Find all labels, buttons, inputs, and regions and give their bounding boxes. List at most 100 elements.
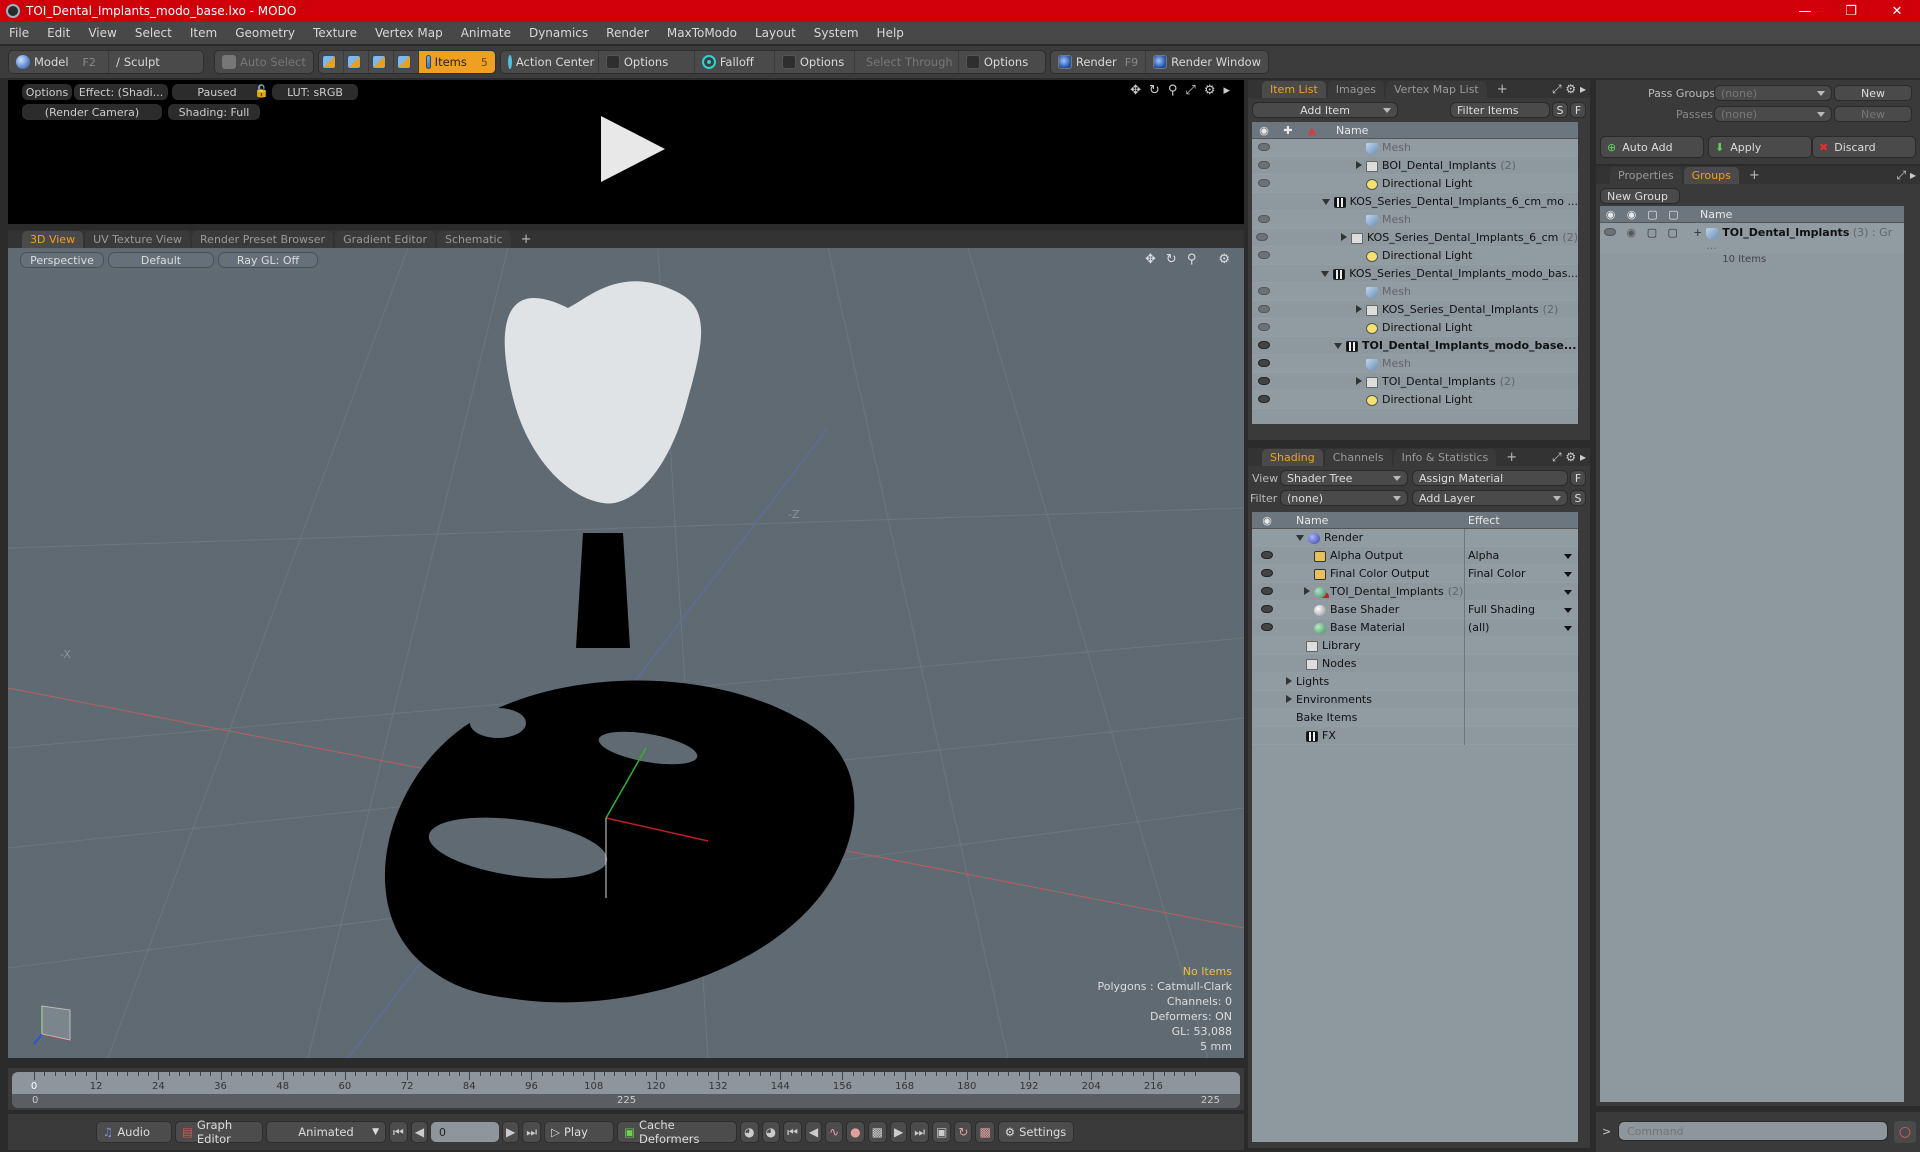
effect-dropdown[interactable]: Effect: (Shadi...	[74, 84, 168, 100]
tab-channels[interactable]: Channels	[1324, 449, 1392, 466]
item-row[interactable]: KOS_Series_Dental_Implants (2)	[1252, 301, 1578, 319]
menu-render[interactable]: Render	[597, 26, 658, 40]
menu-geometry[interactable]: Geometry	[226, 26, 304, 40]
visibility-toggle[interactable]	[1252, 603, 1282, 616]
new-pass-group-button[interactable]: New	[1834, 85, 1912, 101]
vertices-mode-button[interactable]	[319, 51, 344, 73]
filter-f-button[interactable]: F	[1570, 102, 1586, 118]
item-row[interactable]: Mesh	[1252, 139, 1578, 157]
tab-images[interactable]: Images	[1327, 81, 1384, 98]
shader-row[interactable]: Final Color Output Final Color	[1252, 564, 1578, 583]
tab-3d-view[interactable]: 3D View	[22, 231, 84, 248]
shader-row[interactable]: Lights	[1252, 672, 1578, 691]
auto-add-button[interactable]: ⊕ Auto Add	[1600, 136, 1704, 158]
action-center-options-button[interactable]: Options	[599, 51, 695, 73]
maximize-icon[interactable]: ⤢	[1185, 83, 1195, 98]
expand-arrow-icon[interactable]: ▸	[1580, 450, 1586, 464]
visibility-toggle[interactable]	[1252, 585, 1282, 598]
visibility-toggle[interactable]	[1252, 231, 1271, 244]
visibility-toggle[interactable]	[1252, 285, 1276, 298]
graph-editor-button[interactable]: ▤ Graph Editor	[175, 1118, 263, 1146]
menu-view[interactable]: View	[79, 26, 125, 40]
discard-button[interactable]: ✖ Discard	[1812, 136, 1916, 158]
menu-animate[interactable]: Animate	[452, 26, 520, 40]
visibility-toggle[interactable]	[1252, 549, 1282, 562]
paused-button[interactable]: Paused	[172, 84, 262, 100]
visibility-toggle[interactable]	[1252, 621, 1282, 634]
menu-vertex-map[interactable]: Vertex Map	[366, 26, 452, 40]
falloff-button[interactable]: Falloff	[695, 51, 775, 73]
next-key-button[interactable]: ▶	[890, 1121, 908, 1143]
loop-button[interactable]: ↻	[954, 1121, 973, 1143]
shader-row[interactable]: Base Material (all)	[1252, 618, 1578, 637]
menu-edit[interactable]: Edit	[38, 26, 79, 40]
axis-col-icon[interactable]: ▲	[1300, 124, 1324, 137]
key-selected-button[interactable]: ▩	[975, 1121, 995, 1143]
play-button[interactable]: ▷ Play	[544, 1121, 615, 1143]
raygl-dropdown[interactable]: Ray GL: Off	[218, 252, 318, 268]
edges-mode-button[interactable]	[344, 51, 369, 73]
add-item-dropdown[interactable]: Add Item	[1252, 102, 1398, 118]
expand-arrow-icon[interactable]	[1286, 695, 1292, 703]
effect-dropdown[interactable]	[1464, 582, 1578, 601]
abutment-mesh[interactable]	[576, 533, 630, 648]
effect-col-header[interactable]: Effect	[1464, 514, 1500, 527]
key-filter-button[interactable]: ▩	[867, 1121, 887, 1143]
expand-arrow-icon[interactable]: ▸	[1223, 83, 1230, 98]
add-tab-button[interactable]: +	[513, 231, 540, 248]
shader-row[interactable]: Base Shader Full Shading	[1252, 600, 1578, 619]
expand-arrow-icon[interactable]	[1286, 677, 1292, 685]
prev-key-button[interactable]: ⏮	[783, 1121, 802, 1143]
gear-icon[interactable]: ⚙	[1204, 83, 1216, 98]
effect-dropdown[interactable]: Final Color	[1464, 564, 1578, 583]
item-row[interactable]: TOI_Dental_Implants (2)	[1252, 373, 1578, 391]
zoom-icon[interactable]: ⚲	[1187, 252, 1197, 267]
expand-arrow-icon[interactable]	[1304, 587, 1310, 595]
item-row[interactable]: Directional Light	[1252, 319, 1578, 337]
maximize-icon[interactable]: ⤢	[1552, 82, 1562, 96]
shader-row[interactable]: Bake Items	[1252, 708, 1578, 727]
expand-arrow-icon[interactable]	[1356, 305, 1362, 313]
visibility-col-icon[interactable]: ◉	[1252, 514, 1282, 527]
tab-info-statistics[interactable]: Info & Statistics	[1393, 449, 1497, 466]
action-center-button[interactable]: Action Center	[501, 51, 599, 73]
polygons-mode-button[interactable]	[369, 51, 394, 73]
effect-dropdown[interactable]: Full Shading	[1464, 600, 1578, 619]
expand-arrow-icon[interactable]	[1340, 233, 1347, 241]
render-preview[interactable]: Options Effect: (Shadi... Paused 🔓 LUT: …	[8, 80, 1244, 224]
tab-render-preset-browser[interactable]: Render Preset Browser	[192, 231, 334, 248]
audio-button[interactable]: ♫ Audio	[96, 1121, 172, 1143]
auto-select-button[interactable]: Auto Select	[215, 51, 313, 73]
visibility-col-icon[interactable]: ◉	[1252, 124, 1276, 137]
sim-button[interactable]: ▣	[932, 1121, 952, 1143]
effect-dropdown[interactable]: Alpha	[1464, 546, 1578, 565]
shading-f-button[interactable]: F	[1570, 470, 1586, 486]
record-button[interactable]: ●	[846, 1121, 865, 1143]
menu-select[interactable]: Select	[126, 26, 181, 40]
3d-viewport[interactable]: -Z -X Perspective Default Ray GL: Off ✥ …	[8, 248, 1244, 1058]
add-layer-dropdown[interactable]: Add Layer	[1412, 490, 1568, 506]
lut-dropdown[interactable]: LUT: sRGB	[272, 84, 358, 100]
visibility-toggle[interactable]	[1252, 177, 1276, 190]
visibility-toggle[interactable]	[1252, 159, 1276, 172]
minimize-icon[interactable]: —	[1782, 0, 1828, 22]
shader-row[interactable]: FX	[1252, 726, 1578, 745]
add-tab-button[interactable]: +	[1741, 167, 1768, 184]
visibility-col-icon[interactable]: ◉	[1600, 208, 1621, 221]
tab-item-list[interactable]: Item List	[1262, 81, 1326, 98]
gear-icon[interactable]: ⚙	[1565, 82, 1576, 96]
timeline-ruler[interactable]: 0 12 24 36 48 60 72 84 96 108 120 132 144 156 168 180 19…	[12, 1072, 1240, 1094]
add-tab-button[interactable]: +	[1489, 81, 1516, 98]
visibility-toggle[interactable]	[1252, 393, 1276, 406]
item-row[interactable]: BOI_Dental_Implants (2)	[1252, 157, 1578, 175]
add-tab-button[interactable]: +	[1498, 449, 1525, 466]
item-row[interactable]: Directional Light	[1252, 391, 1578, 409]
timeline-range[interactable]: 0 225 225	[12, 1094, 1240, 1108]
items-mode-button[interactable]: Items 5	[418, 51, 495, 73]
menu-help[interactable]: Help	[868, 26, 913, 40]
materials-mode-button[interactable]	[394, 51, 419, 73]
collapse-arrow-icon[interactable]	[1321, 271, 1330, 277]
item-row[interactable]: KOS_Series_Dental_Implants_modo_bas...	[1252, 265, 1578, 283]
settings-button[interactable]: ⚙ Settings	[997, 1121, 1074, 1143]
maximize-icon[interactable]: ⤢	[1552, 450, 1562, 464]
